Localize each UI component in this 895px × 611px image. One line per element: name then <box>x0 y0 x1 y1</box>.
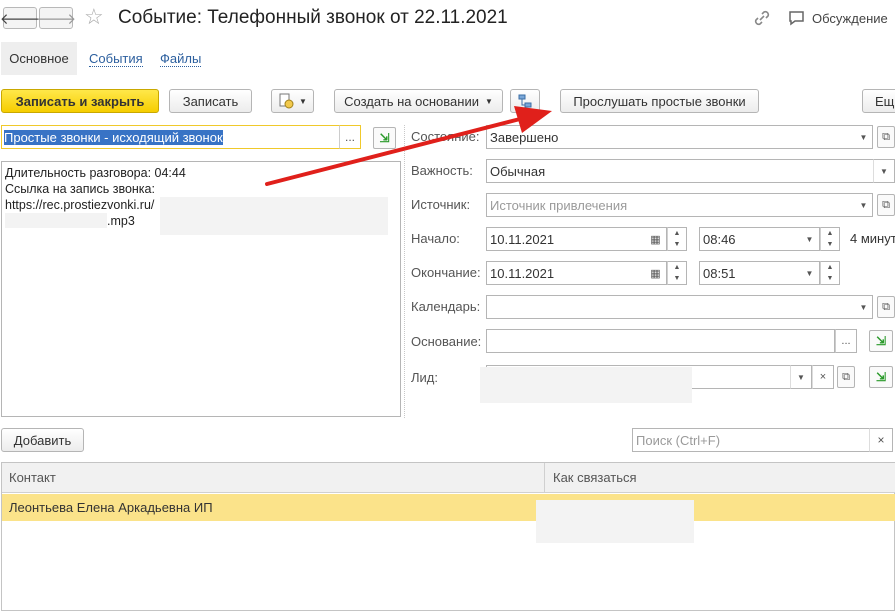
contact-cell: Леонтьева Елена Аркадьевна ИП <box>9 500 213 515</box>
table-header <box>2 463 895 493</box>
column-header-how[interactable]: Как связаться <box>553 470 637 485</box>
column-divider <box>544 463 545 493</box>
redaction-block <box>536 500 694 543</box>
search-input[interactable]: Поиск (Ctrl+F) <box>632 428 870 452</box>
column-header-contact[interactable]: Контакт <box>9 470 56 485</box>
search-clear-button[interactable]: × <box>869 428 893 452</box>
add-contact-button[interactable]: Добавить <box>1 428 84 452</box>
